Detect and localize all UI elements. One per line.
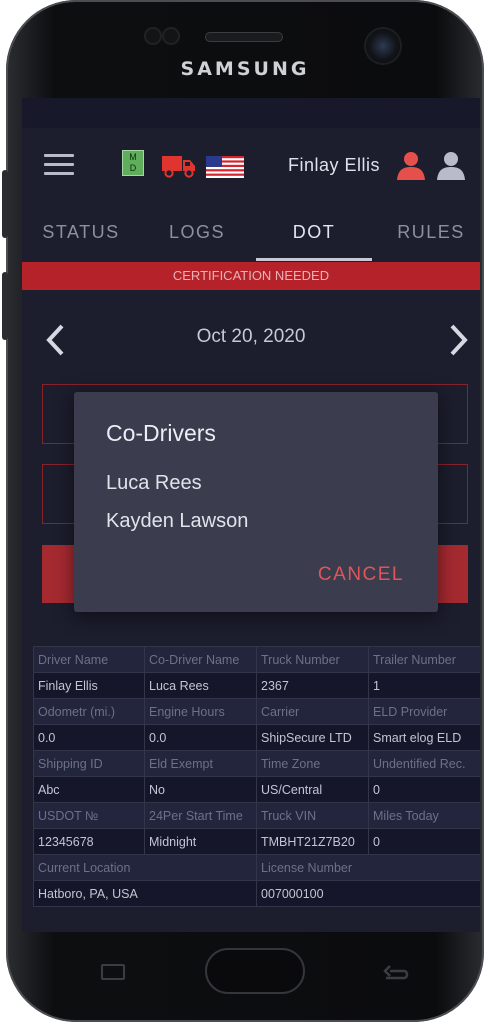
table-label-cell: Co-Driver Name — [144, 646, 257, 673]
table-label-cell: ELD Provider — [368, 698, 480, 725]
table-value-cell: Midnight — [144, 828, 257, 855]
power-button — [2, 272, 8, 340]
table-value-cell: 007000100 — [256, 880, 480, 907]
selected-date: Oct 20, 2020 — [196, 326, 306, 347]
volume-button — [2, 170, 8, 238]
dialog-title: Co-Drivers — [106, 420, 216, 446]
home-button[interactable] — [205, 948, 305, 994]
table-value-cell: US/Central — [256, 776, 369, 803]
top-bar: M D Finlay Ellis — [22, 128, 480, 208]
table-label-cell: Carrier — [256, 698, 369, 725]
table-row: Abc No US/Central 0 — [33, 776, 480, 803]
date-navigator: Oct 20, 2020 — [22, 316, 480, 362]
table-label-cell: USDOT № — [33, 802, 145, 829]
table-label-cell: Truck Number — [256, 646, 369, 673]
table-value-cell: Hatboro, PA, USA — [33, 880, 257, 907]
table-label-cell: Current Location — [33, 854, 257, 881]
table-label-cell: Driver Name — [33, 646, 145, 673]
co-driver-option[interactable]: Kayden Lawson — [106, 510, 248, 533]
table-value-cell: ShipSecure LTD — [256, 724, 369, 751]
table-row: 12345678 Midnight TMBHT21Z7B20 0 — [33, 828, 480, 855]
tab-logs[interactable]: LOGS — [138, 208, 256, 262]
table-value-cell: TMBHT21Z7B20 — [256, 828, 369, 855]
earpiece-speaker — [205, 32, 283, 42]
current-driver-name[interactable]: Finlay Ellis — [288, 155, 380, 176]
table-label-row: Shipping ID Eld Exempt Time Zone Undentifie… — [33, 750, 480, 777]
table-value-cell: 0.0 — [144, 724, 257, 751]
certification-banner[interactable]: CERTIFICATION NEEDED — [22, 262, 480, 290]
proximity-sensor — [144, 27, 162, 45]
table-row: Hatboro, PA, USA 007000100 — [33, 880, 480, 907]
light-sensor — [162, 27, 180, 45]
table-label-row: Current Location License Number — [33, 854, 480, 881]
cancel-button[interactable]: CANCEL — [318, 564, 404, 586]
table-label-row: Odometr (mi.) Engine Hours Carrier ELD Prov… — [33, 698, 480, 725]
md-icon-letter-d: D — [129, 163, 137, 173]
table-value-cell: 0.0 — [33, 724, 145, 751]
co-driver-option[interactable]: Luca Rees — [106, 472, 202, 495]
back-icon[interactable] — [380, 962, 412, 984]
table-label-row: Driver Name Co-Driver Name Truck Number Tra… — [33, 646, 480, 673]
active-tab-indicator — [256, 258, 372, 261]
tab-bar: STATUS LOGS DOT RULES — [22, 208, 480, 262]
table-label-cell: Shipping ID — [33, 750, 145, 777]
table-value-cell: Abc — [33, 776, 145, 803]
table-label-cell: Time Zone — [256, 750, 369, 777]
tab-status[interactable]: STATUS — [22, 208, 140, 262]
table-value-cell: 0 — [368, 828, 480, 855]
person-icon[interactable] — [436, 150, 466, 180]
table-label-cell: Engine Hours — [144, 698, 257, 725]
table-label-cell: Odometr (mi.) — [33, 698, 145, 725]
table-label-cell: Miles Today — [368, 802, 480, 829]
recent-apps-icon[interactable] — [101, 964, 125, 980]
table-label-row: USDOT № 24Per Start Time Truck VIN Miles To… — [33, 802, 480, 829]
person-icon[interactable] — [396, 150, 426, 180]
md-icon[interactable]: M D — [122, 150, 144, 176]
table-value-cell: 2367 — [256, 672, 369, 699]
table-value-cell: 1 — [368, 672, 480, 699]
tab-rules[interactable]: RULES — [372, 208, 480, 262]
chevron-right-icon[interactable] — [446, 322, 472, 358]
table-label-cell: Trailer Number — [368, 646, 480, 673]
table-value-cell: No — [144, 776, 257, 803]
table-value-cell: Smart elog ELD — [368, 724, 480, 751]
dot-info-table: Driver Name Co-Driver Name Truck Number Tra… — [33, 646, 480, 907]
table-row: 0.0 0.0 ShipSecure LTD Smart elog ELD — [33, 724, 480, 751]
table-label-cell: License Number — [256, 854, 480, 881]
table-value-cell: Finlay Ellis — [33, 672, 145, 699]
md-icon-letter-m: M — [129, 152, 137, 162]
table-label-cell: Undentified Rec. — [368, 750, 480, 777]
table-label-cell: Truck VIN — [256, 802, 369, 829]
status-bar — [22, 98, 480, 128]
co-drivers-dialog: Co-Drivers Luca Rees Kayden Lawson CANCE… — [74, 392, 438, 612]
table-value-cell: 0 — [368, 776, 480, 803]
table-label-cell: 24Per Start Time — [144, 802, 257, 829]
table-row: Finlay Ellis Luca Rees 2367 1 — [33, 672, 480, 699]
us-flag-icon[interactable] — [206, 156, 244, 178]
tab-dot[interactable]: DOT — [256, 208, 372, 262]
truck-icon[interactable] — [162, 154, 196, 178]
table-value-cell: 12345678 — [33, 828, 145, 855]
table-label-cell: Eld Exempt — [144, 750, 257, 777]
table-value-cell: Luca Rees — [144, 672, 257, 699]
device-brand: SAMSUNG — [180, 58, 310, 80]
app-screen: M D Finlay Ellis STATUS LOGS DOT RULES C… — [22, 98, 480, 932]
menu-icon[interactable] — [44, 154, 74, 176]
